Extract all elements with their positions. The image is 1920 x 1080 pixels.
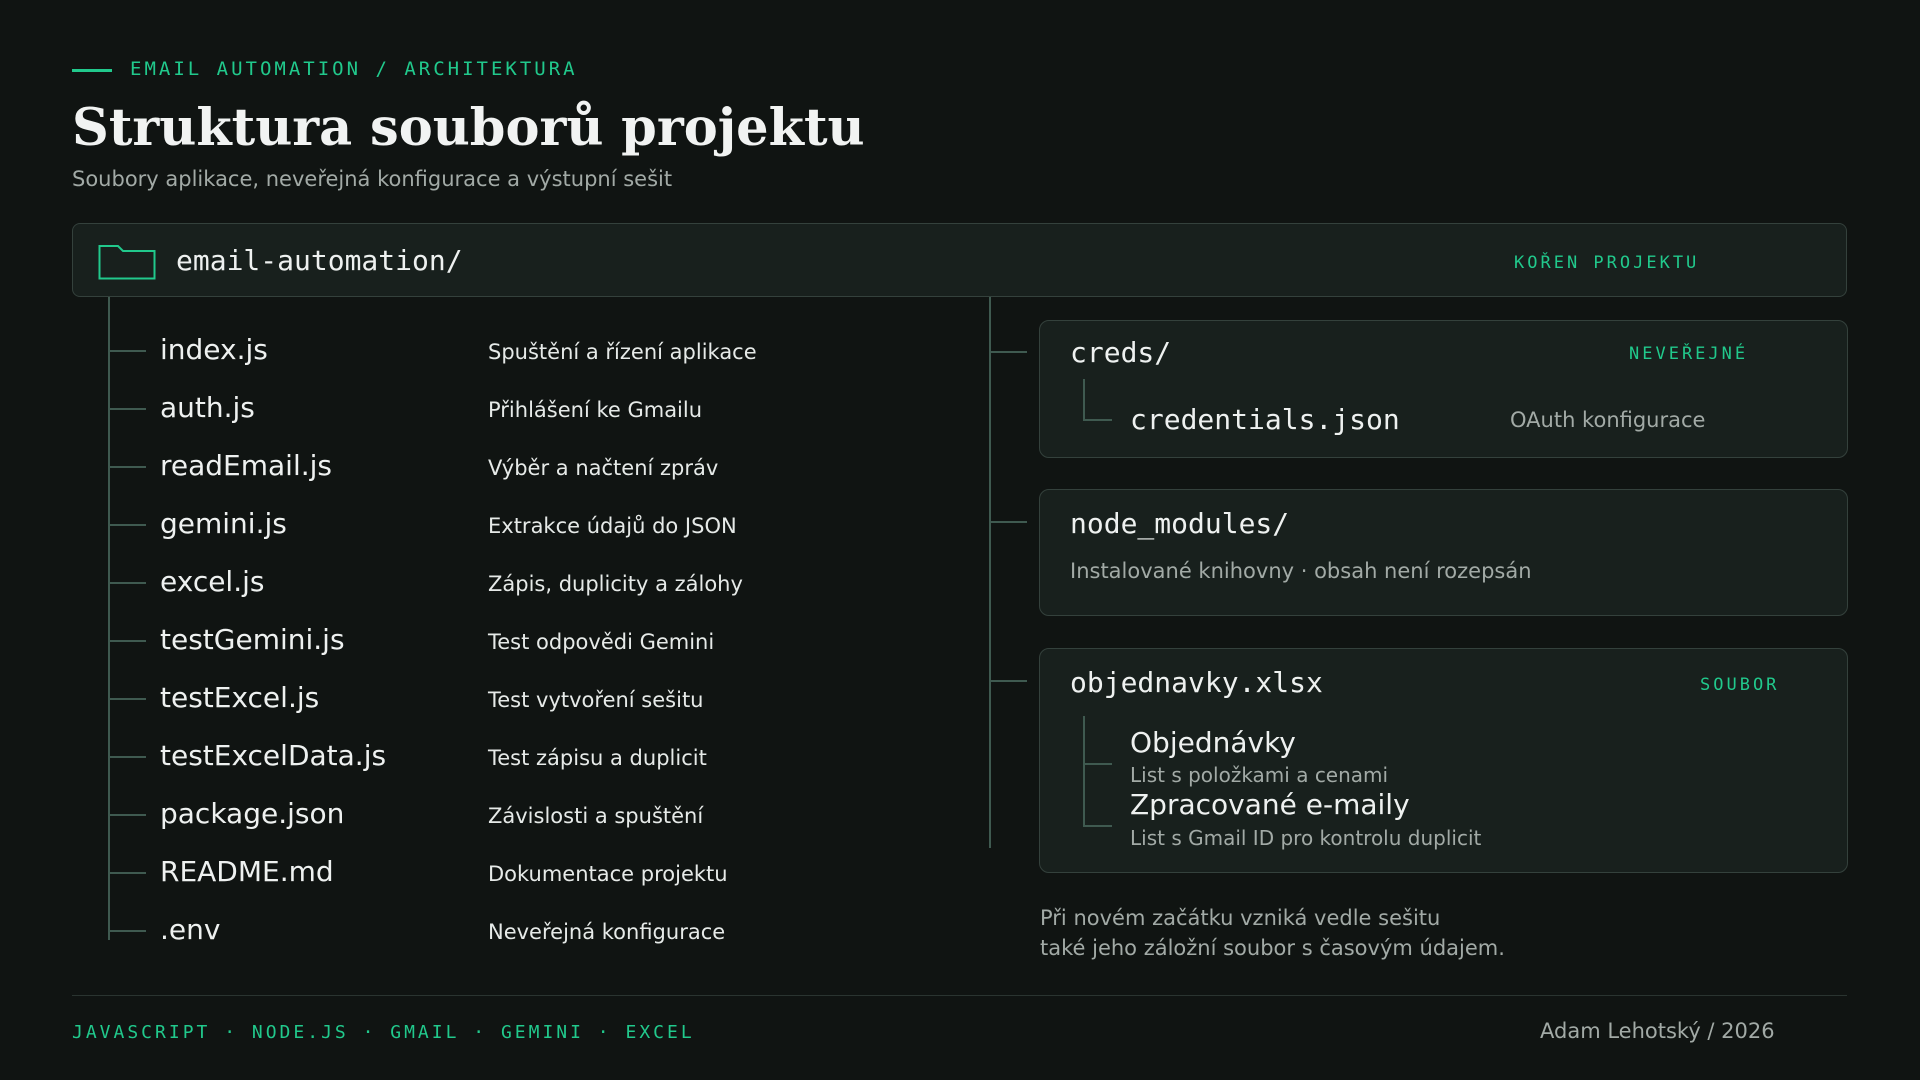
- workbook-sheet-connector: [1083, 716, 1085, 826]
- workbook-badge: SOUBOR: [1700, 675, 1780, 695]
- file-name-testexceldata: testExcelData.js: [160, 739, 387, 772]
- sheet-branch: [1083, 763, 1112, 765]
- sheet-branch: [1083, 825, 1112, 827]
- tree-branch: [108, 408, 146, 410]
- tree-branch: [108, 698, 146, 700]
- page-subtitle: Soubory aplikace, neveřejná konfigurace …: [72, 167, 673, 191]
- file-name-auth: auth.js: [160, 391, 255, 424]
- file-name-env: .env: [160, 913, 221, 946]
- file-desc-excel: Zápis, duplicity a zálohy: [488, 572, 743, 596]
- root-folder-name: email-automation/: [176, 244, 463, 277]
- file-desc-reademail: Výběr a načtení zpráv: [488, 456, 719, 480]
- workbook-file-name: objednavky.xlsx: [1070, 666, 1323, 699]
- file-name-gemini: gemini.js: [160, 507, 287, 540]
- tree-branch: [108, 872, 146, 874]
- file-desc-testgemini: Test odpovědi Gemini: [488, 630, 715, 654]
- folder-icon: [98, 245, 156, 280]
- tree-branch: [108, 466, 146, 468]
- file-desc-testexceldata: Test zápisu a duplicit: [488, 746, 707, 770]
- tree-branch: [108, 640, 146, 642]
- tree-branch: [108, 582, 146, 584]
- creds-child-connector: [1083, 379, 1085, 420]
- tree-branch: [989, 521, 1027, 523]
- file-name-testexcel: testExcel.js: [160, 681, 320, 714]
- file-desc-gemini: Extrakce údajů do JSON: [488, 514, 737, 538]
- footer-tech-tags: JAVASCRIPT · NODE.JS · GMAIL · GEMINI · …: [72, 1022, 695, 1043]
- file-desc-auth: Přihlášení ke Gmailu: [488, 398, 703, 422]
- tree-branch: [989, 351, 1027, 353]
- credentials-file-name: credentials.json: [1130, 403, 1400, 436]
- sheet-desc-processed-emails: List s Gmail ID pro kontrolu duplicit: [1130, 826, 1482, 850]
- node-modules-desc: Instalované knihovny · obsah není rozeps…: [1070, 559, 1532, 583]
- file-name-readme: README.md: [160, 855, 334, 888]
- footer-author: Adam Lehotský / 2026: [1540, 1019, 1775, 1043]
- footer-divider: [72, 995, 1847, 996]
- creds-folder-name: creds/: [1070, 336, 1172, 369]
- left-tree-trunk: [108, 297, 110, 940]
- tree-branch: [108, 756, 146, 758]
- sheet-name-orders: Objednávky: [1130, 726, 1296, 759]
- tree-branch: [108, 350, 146, 352]
- file-name-index: index.js: [160, 333, 268, 366]
- file-name-testgemini: testGemini.js: [160, 623, 345, 656]
- file-desc-env: Neveřejná konfigurace: [488, 920, 726, 944]
- sheet-name-processed-emails: Zpracované e-maily: [1130, 788, 1410, 821]
- backup-note-line1: Při novém začátku vzniká vedle sešitu: [1040, 906, 1441, 930]
- file-desc-index: Spuštění a řízení aplikace: [488, 340, 757, 364]
- right-tree-trunk: [989, 297, 991, 848]
- root-badge: KOŘEN PROJEKTU: [1514, 253, 1700, 273]
- file-name-package: package.json: [160, 797, 345, 830]
- file-name-reademail: readEmail.js: [160, 449, 333, 482]
- node-modules-name: node_modules/: [1070, 507, 1290, 540]
- page-title: Struktura souborů projektu: [72, 98, 865, 158]
- file-desc-package: Závislosti a spuštění: [488, 804, 704, 828]
- sheet-desc-orders: List s položkami a cenami: [1130, 763, 1389, 787]
- credentials-file-desc: OAuth konfigurace: [1510, 408, 1706, 432]
- tree-branch: [108, 524, 146, 526]
- backup-note-line2: také jeho záložní soubor s časovým údaje…: [1040, 936, 1505, 960]
- file-desc-readme: Dokumentace projektu: [488, 862, 728, 886]
- tree-branch: [989, 680, 1027, 682]
- creds-badge: NEVEŘEJNÉ: [1629, 344, 1749, 364]
- creds-child-branch: [1083, 419, 1112, 421]
- kicker: EMAIL AUTOMATION / ARCHITEKTURA: [130, 58, 578, 80]
- file-name-excel: excel.js: [160, 565, 265, 598]
- tree-branch: [108, 814, 146, 816]
- tree-branch: [108, 930, 146, 932]
- file-desc-testexcel: Test vytvoření sešitu: [488, 688, 704, 712]
- kicker-accent-line: [72, 69, 112, 72]
